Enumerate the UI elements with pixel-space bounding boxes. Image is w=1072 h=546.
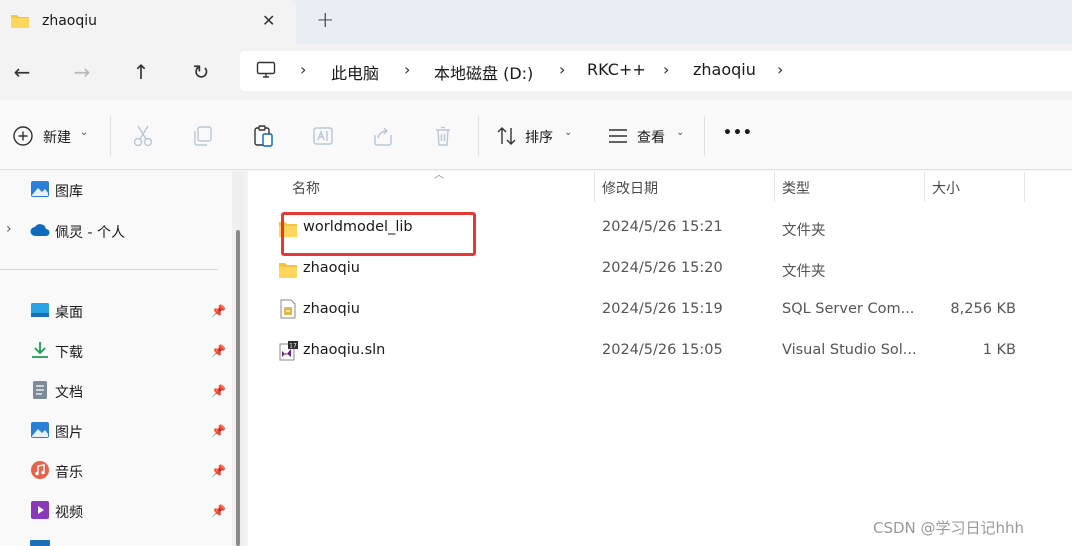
paste-icon[interactable] <box>252 124 274 148</box>
file-modified: 2024/5/26 15:05 <box>602 342 723 358</box>
file-type: SQL Server Com... <box>782 301 915 317</box>
sidebar-item-label: 佩灵 - 个人 <box>55 225 125 241</box>
breadcrumb-this-pc[interactable]: 此电脑 <box>331 60 379 84</box>
desktop-icon <box>31 303 49 317</box>
sidebar-item-partial-icon <box>30 540 50 546</box>
file-size: 8,256 KB <box>950 301 1016 317</box>
pin-icon[interactable]: 📌 <box>211 304 226 318</box>
rename-icon[interactable] <box>312 125 334 147</box>
music-icon <box>31 461 49 479</box>
red-highlight-box <box>281 212 476 256</box>
sql-file-icon <box>280 299 296 319</box>
file-modified: 2024/5/26 15:19 <box>602 301 723 317</box>
view-button[interactable]: 查看 <box>637 127 665 147</box>
folder-icon <box>11 15 29 28</box>
new-tab-button[interactable]: + <box>316 8 334 33</box>
pin-icon[interactable]: 📌 <box>211 424 226 438</box>
sidebar-item-label: 图库 <box>55 184 83 200</box>
new-button[interactable]: 新建 <box>43 127 71 147</box>
view-icon <box>609 129 627 143</box>
breadcrumb-expand-chevron[interactable]: › <box>777 60 783 79</box>
new-plus-icon <box>13 126 33 146</box>
pictures-icon <box>31 422 49 438</box>
file-modified: 2024/5/26 15:21 <box>602 219 723 235</box>
tab-close-icon[interactable]: ✕ <box>262 11 275 30</box>
column-header-size[interactable]: 大小 <box>932 178 960 198</box>
breadcrumb-separator: › <box>663 60 670 79</box>
sort-icon <box>497 127 516 145</box>
toolbar-divider <box>110 116 111 156</box>
download-icon <box>32 342 48 358</box>
visual-studio-solution-icon: 17 <box>279 341 298 361</box>
breadcrumb-zhaoqiu[interactable]: zhaoqiu <box>693 60 756 79</box>
file-name: zhaoqiu <box>303 301 360 317</box>
column-header-name[interactable]: 名称 <box>292 178 320 198</box>
column-header-modified[interactable]: 修改日期 <box>602 178 658 198</box>
file-name: zhaoqiu <box>303 260 360 276</box>
folder-icon <box>279 263 297 278</box>
sidebar-item-label: 桌面 <box>55 305 83 321</box>
pin-icon[interactable]: 📌 <box>211 504 226 518</box>
gallery-icon <box>31 181 49 197</box>
column-separator[interactable] <box>1024 172 1025 202</box>
file-name: zhaoqiu.sln <box>303 342 386 358</box>
up-arrow-icon[interactable]: ↑ <box>127 58 155 86</box>
pin-icon[interactable]: 📌 <box>211 384 226 398</box>
document-icon <box>33 381 47 399</box>
breadcrumb-separator: › <box>300 60 307 79</box>
forward-arrow-icon[interactable]: → <box>68 58 96 86</box>
more-options-button[interactable]: ••• <box>723 125 753 141</box>
back-arrow-icon[interactable]: ← <box>8 58 36 86</box>
refresh-icon[interactable]: ↻ <box>187 58 215 86</box>
computer-icon <box>256 61 276 78</box>
column-separator[interactable] <box>594 172 595 202</box>
breadcrumb-rkc[interactable]: RKC++ <box>587 60 646 79</box>
chevron-down-icon: ⌄ <box>80 127 89 138</box>
delete-icon[interactable] <box>432 125 454 147</box>
chevron-down-icon: ⌄ <box>676 127 685 138</box>
sidebar-divider <box>0 269 218 270</box>
tab-title: zhaoqiu <box>42 13 98 29</box>
sort-ascending-icon: ︿ <box>434 170 444 181</box>
toolbar-divider <box>704 116 705 156</box>
pin-icon[interactable]: 📌 <box>211 344 226 358</box>
toolbar-divider <box>478 116 479 156</box>
pin-icon[interactable]: 📌 <box>211 464 226 478</box>
copy-icon[interactable] <box>192 125 214 147</box>
sidebar-item-label: 下载 <box>55 345 83 361</box>
video-icon <box>31 501 49 519</box>
column-header-type[interactable]: 类型 <box>782 178 810 198</box>
breadcrumb-separator: › <box>559 60 566 79</box>
sidebar-item-label: 视频 <box>55 505 83 521</box>
share-icon[interactable] <box>372 125 394 147</box>
sidebar-scrollbar[interactable] <box>236 230 240 546</box>
chevron-down-icon: ⌄ <box>564 127 573 138</box>
column-separator[interactable] <box>774 172 775 202</box>
file-type: 文件夹 <box>782 264 826 280</box>
cut-icon[interactable] <box>132 124 154 148</box>
svg-text:17: 17 <box>289 343 297 350</box>
sidebar-item-label: 图片 <box>55 425 83 441</box>
file-type: Visual Studio Sol... <box>782 342 917 358</box>
watermark: CSDN @学习日记hhh <box>873 519 1025 537</box>
file-size: 1 KB <box>982 342 1016 358</box>
sort-button[interactable]: 排序 <box>525 127 553 147</box>
file-modified: 2024/5/26 15:20 <box>602 260 723 276</box>
file-type: 文件夹 <box>782 223 826 239</box>
sidebar-item-label: 音乐 <box>55 465 83 481</box>
breadcrumb-local-disk[interactable]: 本地磁盘 (D:) <box>434 60 533 84</box>
onedrive-cloud-icon <box>30 224 50 236</box>
breadcrumb-separator: › <box>404 60 411 79</box>
column-separator[interactable] <box>924 172 925 202</box>
sidebar-item-label: 文档 <box>55 385 83 401</box>
